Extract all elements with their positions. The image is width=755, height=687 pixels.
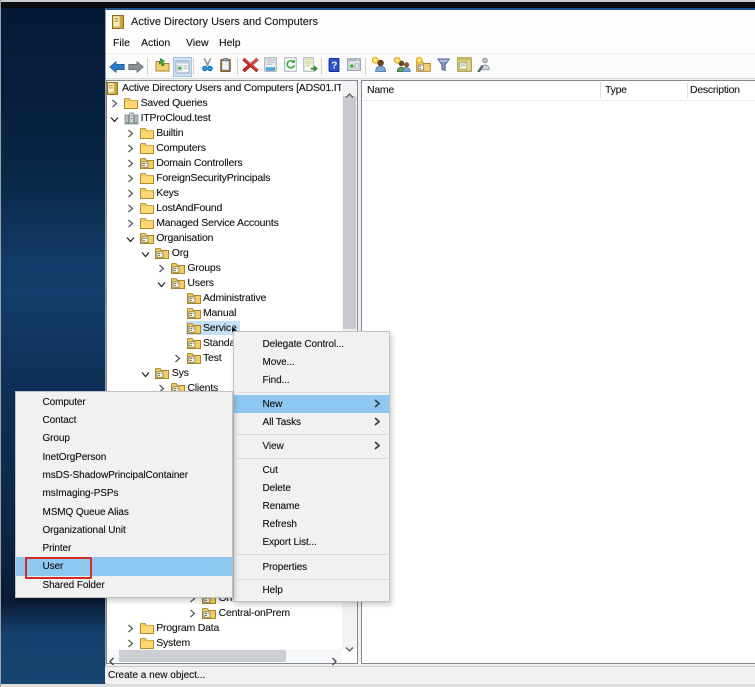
svg-text:?: ? [331, 60, 337, 71]
